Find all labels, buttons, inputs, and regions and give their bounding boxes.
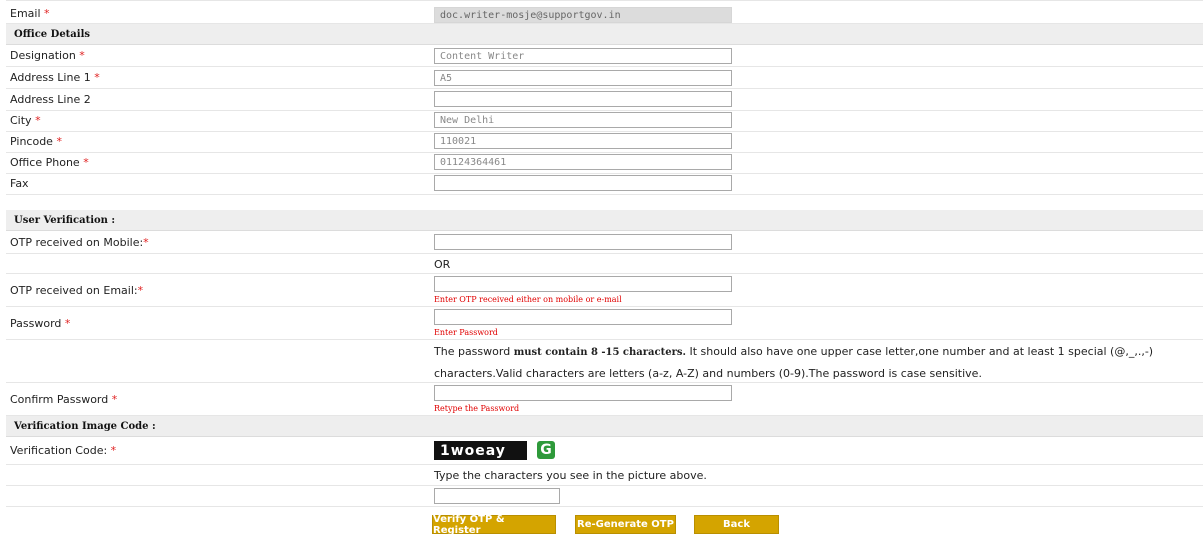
- section-title: Office Details: [14, 28, 91, 40]
- office-phone-field[interactable]: [434, 154, 732, 170]
- password-label: Password *: [10, 316, 71, 330]
- section-title: Verification Image Code :: [14, 420, 156, 432]
- required-mark: *: [44, 7, 50, 20]
- regenerate-otp-button[interactable]: Re-Generate OTP: [575, 515, 676, 534]
- office-details-header: Office Details: [6, 24, 1203, 45]
- otp-mobile-label: OTP received on Mobile: *: [10, 235, 149, 249]
- captcha-instruction: Type the characters you see in the pictu…: [434, 469, 707, 482]
- office-phone-label: Office Phone *: [10, 156, 89, 169]
- section-title: User Verification :: [14, 214, 116, 226]
- email-label: Email *: [10, 7, 50, 20]
- required-mark: *: [35, 114, 41, 127]
- registration-form: Email * Office Details Designation * Add…: [6, 0, 1203, 536]
- captcha-input[interactable]: [434, 488, 560, 504]
- required-mark: *: [94, 71, 100, 84]
- captcha-input-row: [6, 486, 1203, 507]
- label-column-divider: [6, 0, 1203, 1]
- address-line2-label: Address Line 2: [10, 93, 91, 106]
- verification-code-row: Verification Code: *: [6, 437, 1203, 465]
- address-line1-field[interactable]: [434, 70, 732, 86]
- password-hint: Enter Password: [434, 328, 498, 337]
- email-field: [434, 7, 732, 23]
- pincode-field[interactable]: [434, 133, 732, 149]
- otp-mobile-field[interactable]: [434, 234, 732, 250]
- otp-hint: Enter OTP received either on mobile or e…: [434, 295, 622, 304]
- or-row: [6, 254, 1203, 274]
- required-mark: *: [110, 444, 117, 457]
- city-label: City *: [10, 114, 41, 127]
- verify-register-button[interactable]: Verify OTP & Register: [432, 514, 556, 536]
- back-button[interactable]: Back: [694, 515, 779, 534]
- verification-code-label: Verification Code: *: [10, 444, 117, 457]
- confirm-password-label: Confirm Password *: [10, 392, 118, 406]
- required-mark: *: [56, 135, 62, 148]
- designation-label: Designation *: [10, 49, 85, 62]
- otp-email-field[interactable]: [434, 276, 732, 292]
- required-mark: *: [64, 316, 71, 330]
- required-mark: *: [83, 156, 89, 169]
- or-text: OR: [434, 258, 451, 271]
- user-verification-header: User Verification :: [6, 210, 1203, 231]
- captcha-image: 1woeay: [434, 441, 527, 460]
- required-mark: *: [143, 235, 149, 249]
- fax-field[interactable]: [434, 175, 732, 191]
- password-rules-text: The password must contain 8 -15 characte…: [434, 345, 1154, 380]
- fax-label: Fax: [10, 177, 29, 190]
- designation-field[interactable]: [434, 48, 732, 64]
- refresh-icon[interactable]: G: [537, 441, 555, 459]
- required-mark: *: [79, 49, 85, 62]
- address-line1-label: Address Line 1 *: [10, 71, 100, 84]
- otp-email-label: OTP received on Email: *: [10, 283, 144, 297]
- city-field[interactable]: [434, 112, 732, 128]
- required-mark: *: [137, 283, 144, 297]
- pincode-label: Pincode *: [10, 135, 62, 148]
- address-line2-field[interactable]: [434, 91, 732, 107]
- image-code-header: Verification Image Code :: [6, 416, 1203, 437]
- required-mark: *: [111, 392, 118, 406]
- password-field[interactable]: [434, 309, 732, 325]
- confirm-password-hint: Retype the Password: [434, 404, 520, 413]
- confirm-password-field[interactable]: [434, 385, 732, 401]
